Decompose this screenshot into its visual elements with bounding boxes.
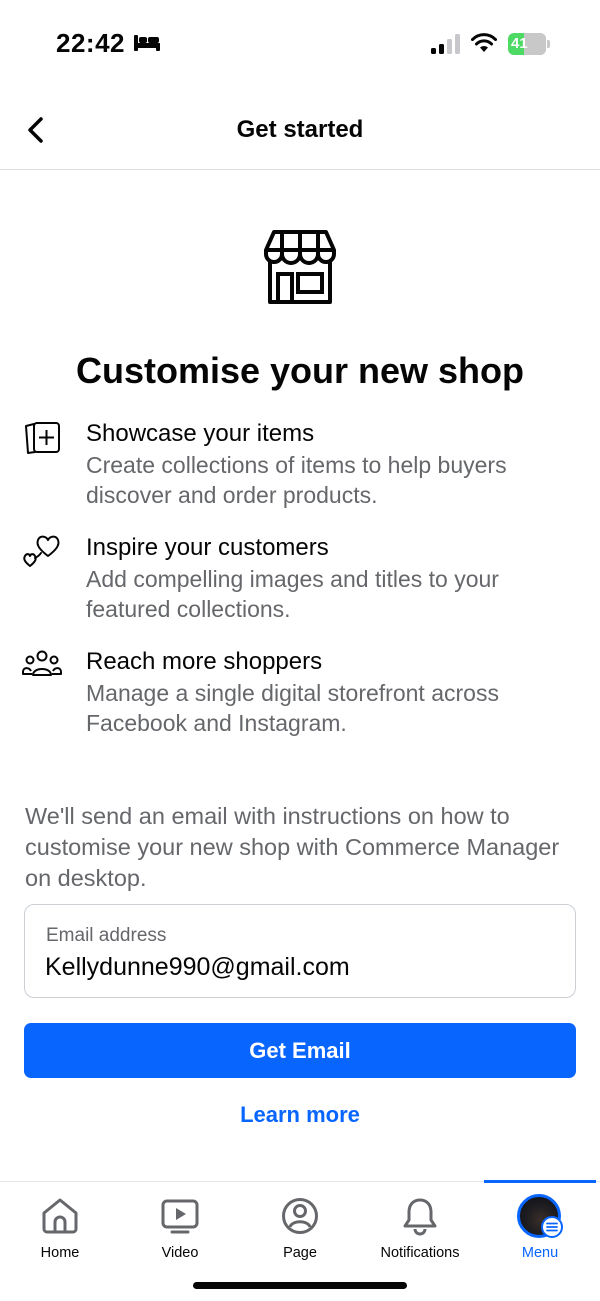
feature-description: Create collections of items to help buye… [86, 452, 507, 508]
email-field-value[interactable]: Kellydunne990@gmail.com [45, 953, 350, 982]
email-field-label: Email address [46, 925, 167, 946]
nav-item-home[interactable]: Home [0, 1182, 120, 1272]
feature-description: Add compelling images and titles to your… [86, 566, 499, 622]
bed-icon [134, 35, 160, 51]
nav-label: Page [283, 1245, 317, 1261]
feature-title: Inspire your customers [86, 534, 329, 561]
hero-title: Customise your new shop [75, 350, 525, 391]
nav-label: Home [40, 1245, 80, 1261]
video-icon [161, 1199, 199, 1234]
wifi-icon [471, 33, 497, 52]
nav-item-notifications[interactable]: Notifications [360, 1182, 480, 1272]
get-email-button[interactable]: Get Email [24, 1023, 576, 1078]
feature-title: Showcase your items [86, 420, 315, 447]
learn-more-link[interactable]: Learn more [0, 1102, 600, 1128]
info-text: We'll send an email with instructions on… [25, 803, 560, 891]
page-title: Get started [236, 116, 364, 143]
battery-level: 41 [511, 35, 528, 52]
people-icon [22, 650, 62, 676]
email-field[interactable]: Email address Kellydunne990@gmail.com [24, 904, 576, 998]
nav-label: Video [161, 1245, 199, 1261]
add-collection-icon [25, 422, 60, 454]
nav-label: Notifications [380, 1245, 460, 1261]
page-icon [282, 1198, 318, 1234]
status-bar: 22:42 41 [0, 0, 600, 90]
feature-description: Manage a single digital storefront acros… [86, 680, 499, 736]
menu-icon [541, 1216, 563, 1238]
nav-label: Menu [521, 1245, 559, 1261]
status-time: 22:42 [56, 28, 125, 58]
home-indicator [193, 1282, 407, 1289]
signal-icon [431, 34, 460, 54]
shop-icon [264, 230, 336, 304]
hearts-icon [23, 535, 60, 567]
nav-item-page[interactable]: Page [240, 1182, 360, 1272]
home-icon [42, 1198, 78, 1234]
header: Get started [0, 90, 600, 170]
nav-item-video[interactable]: Video [120, 1182, 240, 1272]
feature-title: Reach more shoppers [86, 648, 323, 675]
battery-icon: 41 [508, 33, 550, 55]
bell-icon [403, 1198, 437, 1236]
